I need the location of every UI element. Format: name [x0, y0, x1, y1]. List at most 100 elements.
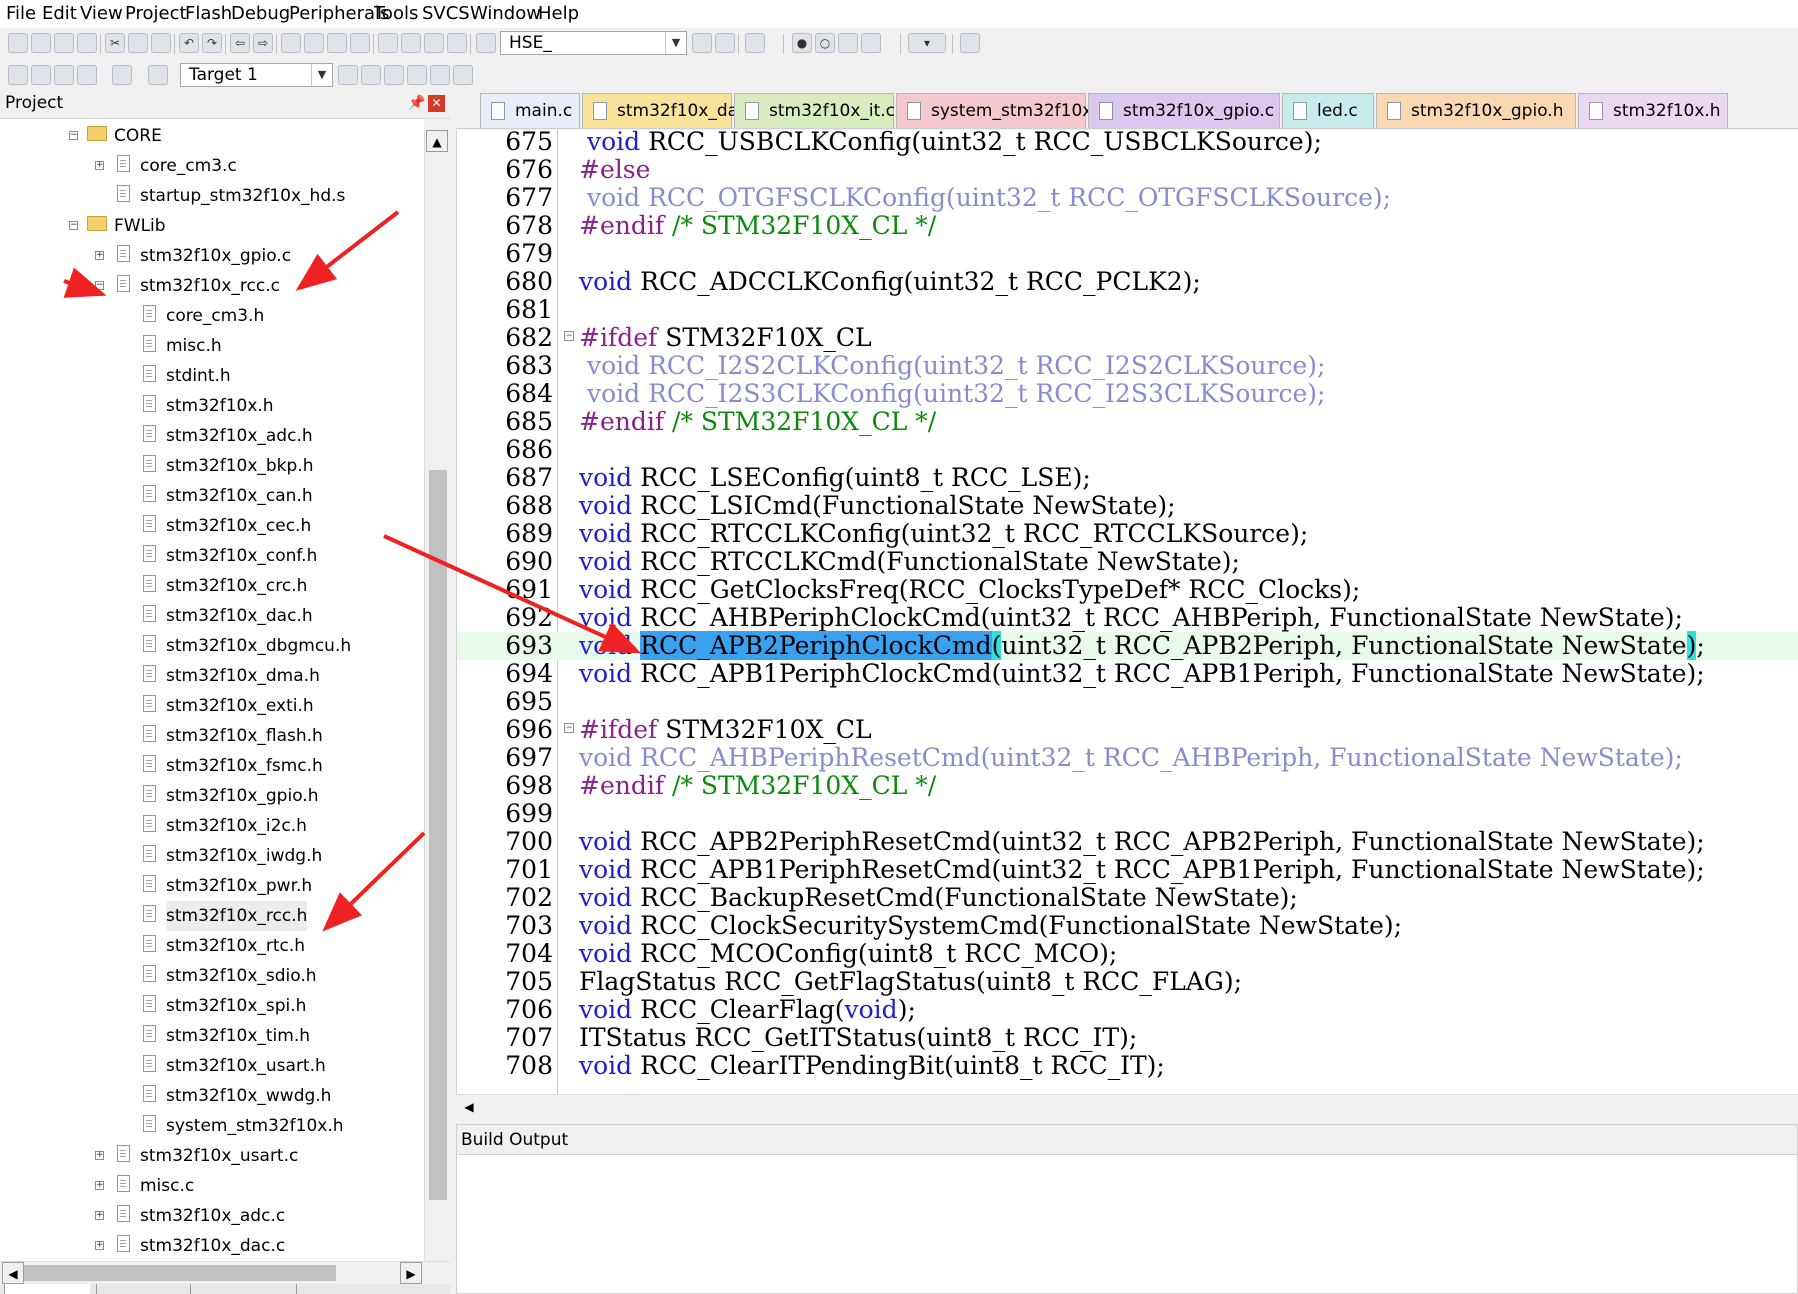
code-line[interactable]: 701 void RCC_APB1PeriphResetCmd(uint32_t … — [457, 856, 1798, 884]
tab-file[interactable]: main.c — [480, 93, 580, 128]
tree-file[interactable]: stm32f10x_sdio.h — [0, 961, 424, 991]
nav-back-icon[interactable]: ⇦ — [230, 33, 250, 53]
code-line[interactable]: 688 void RCC_LSICmd(FunctionalState NewSt… — [457, 492, 1798, 520]
chevron-down-icon[interactable]: ▼ — [311, 64, 332, 86]
file-extensions-icon[interactable] — [361, 65, 381, 85]
scroll-up-arrow-icon[interactable]: ▲ — [426, 130, 448, 152]
code-line[interactable]: 678 #endif /* STM32F10X_CL */ — [457, 212, 1798, 240]
tree-file[interactable]: stm32f10x_dac.h — [0, 601, 424, 631]
debug-session-icon[interactable] — [745, 33, 765, 53]
collapse-icon[interactable]: − — [69, 221, 78, 230]
tree-file[interactable]: + stm32f10x_dac.c — [0, 1231, 424, 1261]
tree-file[interactable]: stm32f10x_crc.h — [0, 571, 424, 601]
build-icon[interactable] — [31, 65, 51, 85]
tree-file[interactable]: − stm32f10x_rcc.c — [0, 271, 424, 301]
clear-bookmarks-icon[interactable] — [350, 33, 370, 53]
uncomment-icon[interactable] — [447, 33, 467, 53]
tab-project[interactable] — [4, 1284, 90, 1294]
code-line[interactable]: 693 void RCC_APB2PeriphClockCmd(uint32_t … — [457, 631, 1798, 660]
code-line[interactable]: 677 void RCC_OTGFSCLKConfig(uint32_t RCC… — [457, 184, 1798, 212]
save-icon[interactable] — [54, 33, 74, 53]
tab-file[interactable]: stm32f10x_gpio.h — [1376, 93, 1576, 128]
tree-file[interactable]: stm32f10x_iwdg.h — [0, 841, 424, 871]
tree-file[interactable]: stm32f10x_flash.h — [0, 721, 424, 751]
tree-file[interactable]: core_cm3.h — [0, 301, 424, 331]
code-line[interactable]: 700 void RCC_APB2PeriphResetCmd(uint32_t … — [457, 828, 1798, 856]
code-line[interactable]: 705 FlagStatus RCC_GetFlagStatus(uint8_t … — [457, 968, 1798, 996]
tree-file[interactable]: stm32f10x_cec.h — [0, 511, 424, 541]
scrollbar-thumb[interactable] — [429, 470, 447, 1200]
scroll-left-arrow-icon[interactable]: ◀ — [2, 1262, 24, 1284]
tree-file[interactable]: stm32f10x_pwr.h — [0, 871, 424, 901]
code-editor[interactable]: 675 void RCC_USBCLKConfig(uint32_t RCC_U… — [456, 130, 1798, 1094]
expand-icon[interactable]: + — [95, 1151, 104, 1160]
kill-breakpoints-icon[interactable] — [861, 33, 881, 53]
menu-svcs[interactable]: SVCS — [422, 3, 470, 24]
scroll-right-arrow-icon[interactable]: ▶ — [400, 1262, 422, 1284]
manage-components-icon[interactable] — [384, 65, 404, 85]
expand-icon[interactable]: + — [95, 1241, 104, 1250]
tree-file[interactable]: stm32f10x_fsmc.h — [0, 751, 424, 781]
code-line[interactable]: 702 void RCC_BackupResetCmd(FunctionalSta… — [457, 884, 1798, 912]
tree-file[interactable]: stm32f10x_can.h — [0, 481, 424, 511]
menu-window[interactable]: Window — [470, 3, 541, 24]
tab-templates[interactable] — [296, 1284, 410, 1294]
tree-file[interactable]: + stm32f10x_usart.c — [0, 1141, 424, 1171]
code-line[interactable]: 684 void RCC_I2S3CLKConfig(uint32_t RCC_… — [457, 380, 1798, 408]
tree-file[interactable]: stm32f10x_exti.h — [0, 691, 424, 721]
editor-horizontal-scrollbar[interactable]: ◀ — [456, 1094, 1798, 1119]
tree-folder[interactable]: − CORE — [0, 121, 424, 151]
code-line[interactable]: 707 ITStatus RCC_GetITStatus(uint8_t RCC_… — [457, 1024, 1798, 1052]
new-file-icon[interactable] — [8, 33, 28, 53]
project-tree-vertical-scrollbar[interactable] — [424, 130, 451, 1261]
cut-icon[interactable]: ✂ — [105, 33, 125, 53]
open-file-icon[interactable] — [31, 33, 51, 53]
tree-file[interactable]: stm32f10x_adc.h — [0, 421, 424, 451]
code-line[interactable]: 690 void RCC_RTCCLKCmd(FunctionalState Ne… — [457, 548, 1798, 576]
find-in-files-icon[interactable] — [476, 33, 496, 53]
window-layout-icon[interactable]: ▾ — [908, 33, 946, 53]
menu-tools[interactable]: Tools — [374, 3, 418, 24]
paste-icon[interactable] — [151, 33, 171, 53]
tree-file[interactable]: stdint.h — [0, 361, 424, 391]
tree-file[interactable]: stm32f10x_rcc.h — [0, 901, 424, 931]
bookmark-icon[interactable] — [281, 33, 301, 53]
nav-forward-icon[interactable]: ⇨ — [253, 33, 273, 53]
redo-icon[interactable]: ↷ — [202, 33, 222, 53]
tree-file[interactable]: system_stm32f10x.h — [0, 1111, 424, 1141]
tree-file[interactable]: stm32f10x_tim.h — [0, 1021, 424, 1051]
tree-file[interactable]: stm32f10x_i2c.h — [0, 811, 424, 841]
tab-file[interactable]: stm32f10x_gpio.c — [1088, 93, 1280, 128]
code-line[interactable]: 698 #endif /* STM32F10X_CL */ — [457, 772, 1798, 800]
code-line[interactable]: 691 void RCC_GetClocksFreq(RCC_ClocksType… — [457, 576, 1798, 604]
menu-help[interactable]: Help — [538, 3, 579, 24]
collapse-icon[interactable]: − — [95, 281, 104, 290]
breakpoint-icon[interactable]: ● — [792, 33, 812, 53]
stop-build-icon[interactable] — [112, 65, 132, 85]
code-line[interactable]: 704 void RCC_MCOConfig(uint8_t RCC_MCO); — [457, 940, 1798, 968]
comment-icon[interactable] — [424, 33, 444, 53]
find-icon[interactable] — [692, 33, 712, 53]
tab-file[interactable]: stm32f10x.h — [1578, 93, 1728, 128]
tree-file[interactable]: startup_stm32f10x_hd.s — [0, 181, 424, 211]
download-icon[interactable] — [148, 65, 168, 85]
code-line[interactable]: 708 void RCC_ClearITPendingBit(uint8_t RC… — [457, 1052, 1798, 1080]
tree-file[interactable]: + stm32f10x_gpio.c — [0, 241, 424, 271]
code-line[interactable]: 686 — [457, 436, 1798, 464]
code-line[interactable]: 681 — [457, 296, 1798, 324]
code-line[interactable]: 675 void RCC_USBCLKConfig(uint32_t RCC_U… — [457, 130, 1798, 156]
menu-edit[interactable]: Edit — [42, 3, 77, 24]
fold-toggle-icon[interactable]: − — [564, 723, 574, 733]
scroll-left-arrow-icon[interactable]: ◀ — [458, 1096, 480, 1118]
rebuild-icon[interactable] — [54, 65, 74, 85]
undo-icon[interactable]: ↶ — [179, 33, 199, 53]
tree-file[interactable]: stm32f10x.h — [0, 391, 424, 421]
copy-icon[interactable] — [128, 33, 148, 53]
tree-file[interactable]: misc.h — [0, 331, 424, 361]
tree-file[interactable]: stm32f10x_wwdg.h — [0, 1081, 424, 1111]
menu-flash[interactable]: Flash — [185, 3, 232, 24]
tab-file[interactable]: stm32f10x_it.c — [734, 93, 895, 128]
code-line[interactable]: 689 void RCC_RTCCLKConfig(uint32_t RCC_RT… — [457, 520, 1798, 548]
menu-file[interactable]: File — [6, 3, 36, 24]
code-line[interactable]: 683 void RCC_I2S2CLKConfig(uint32_t RCC_… — [457, 352, 1798, 380]
